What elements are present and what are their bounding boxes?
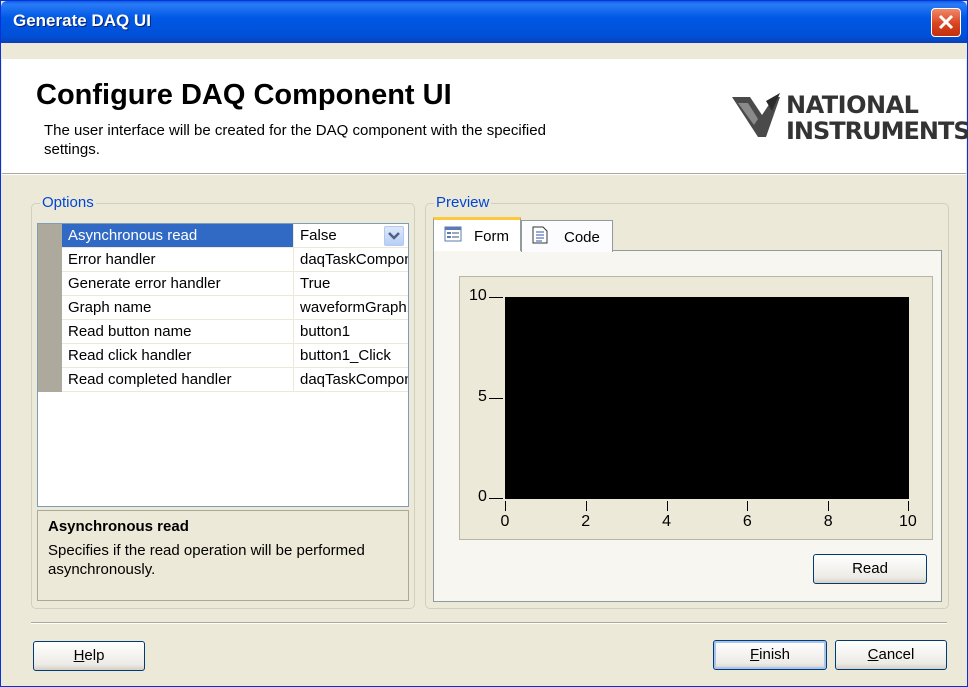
y-axis-tick-label: 0 xyxy=(478,488,487,505)
x-axis-tick xyxy=(666,501,668,511)
options-group-label: Options xyxy=(40,194,96,211)
footer-separator xyxy=(31,622,947,624)
logo-text-national: NATIONAL xyxy=(786,91,919,119)
x-axis-tick xyxy=(828,501,830,511)
help-button-label: Help xyxy=(73,647,105,664)
tab-code-label: Code xyxy=(564,229,600,246)
read-button[interactable]: Read xyxy=(813,554,927,584)
national-instruments-logo: NATIONAL INSTRUMENTS xyxy=(728,89,968,147)
preview-group-label: Preview xyxy=(434,194,492,211)
close-icon xyxy=(938,14,954,30)
header-separator xyxy=(2,173,966,175)
finish-button[interactable]: Finish xyxy=(713,640,827,670)
form-icon xyxy=(444,226,462,242)
tab-code[interactable]: Code xyxy=(521,220,613,252)
x-axis-tick-label: 8 xyxy=(823,513,833,530)
x-axis-tick xyxy=(585,501,587,511)
y-axis-tick-label: 10 xyxy=(469,287,487,304)
title-bar[interactable]: Generate DAQ UI xyxy=(1,1,967,43)
property-row-read-button-name[interactable]: Read button name button1 xyxy=(38,320,408,344)
page-title: Configure DAQ Component UI xyxy=(36,79,452,111)
property-description-panel: Asynchronous read Specifies if the read … xyxy=(37,510,409,601)
x-axis-tick-label: 4 xyxy=(662,513,671,530)
logo-text-instruments: INSTRUMENTS xyxy=(786,117,968,145)
close-button[interactable] xyxy=(931,8,961,37)
help-button[interactable]: Help xyxy=(33,641,145,671)
x-axis-tick xyxy=(747,501,749,511)
property-row-generate-error-handler[interactable]: Generate error handler True xyxy=(38,272,408,296)
cancel-button-label: Cancel xyxy=(867,646,915,663)
cancel-button[interactable]: Cancel xyxy=(835,640,947,670)
x-axis-tick-label: 0 xyxy=(500,513,510,530)
y-axis-tick xyxy=(489,398,503,399)
y-axis-tick xyxy=(489,498,503,499)
x-axis-tick xyxy=(505,501,506,511)
y-axis-tick-label: 5 xyxy=(478,388,487,405)
header-panel: Configure DAQ Component UI The user inte… xyxy=(2,59,968,173)
x-axis-tick xyxy=(908,501,909,511)
chevron-down-icon xyxy=(388,232,400,240)
x-axis-tick-label: 2 xyxy=(581,513,591,530)
y-axis-tick xyxy=(489,297,503,298)
property-description-title: Asynchronous read xyxy=(48,518,189,535)
property-row-read-completed-handler[interactable]: Read completed handler daqTaskComponent xyxy=(38,368,408,392)
finish-button-label: Finish xyxy=(749,646,791,663)
dialog-window: Generate DAQ UI Configure DAQ Component … xyxy=(0,0,968,687)
window-title: Generate DAQ UI xyxy=(13,11,151,30)
tab-form-label: Form xyxy=(474,228,509,245)
property-grid[interactable]: Asynchronous read False Error handler da… xyxy=(37,223,409,507)
property-row-graph-name[interactable]: Graph name waveformGraph1 xyxy=(38,296,408,320)
graph-plot-area xyxy=(505,297,909,499)
x-axis-tick-label: 10 xyxy=(899,513,917,530)
property-row-read-click-handler[interactable]: Read click handler button1_Click xyxy=(38,344,408,368)
value-dropdown-button[interactable] xyxy=(384,226,404,246)
x-axis-tick-label: 6 xyxy=(742,513,752,530)
property-row-error-handler[interactable]: Error handler daqTaskComponent xyxy=(38,248,408,272)
property-row-asynchronous-read[interactable]: Asynchronous read False xyxy=(38,224,408,248)
tab-form[interactable]: Form xyxy=(433,217,521,251)
page-description: The user interface will be created for t… xyxy=(44,122,546,158)
property-description-text: Specifies if the read operation will be … xyxy=(48,542,365,578)
code-document-icon xyxy=(532,226,548,244)
